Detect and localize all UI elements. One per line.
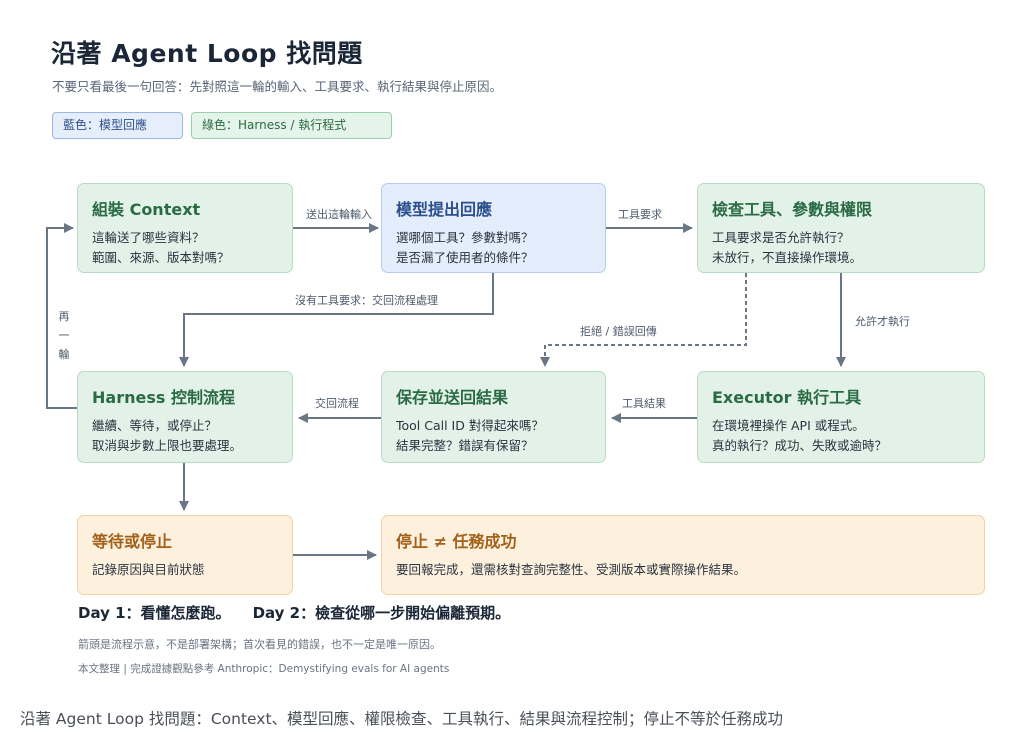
- source-note: 本文整理 | 完成證據觀點參考 Anthropic：Demystifying e…: [78, 663, 450, 675]
- node-assemble-context: 組裝 Context 這輪送了哪些資料？ 範圍、來源、版本對嗎？: [77, 183, 293, 273]
- node-title: Harness 控制流程: [92, 388, 235, 407]
- edge-label-tool-request: 工具要求: [616, 206, 664, 222]
- flow-arrows: [46, 223, 846, 560]
- node-save-result: 保存並送回結果 Tool Call ID 對得起來嗎？ 結果完整？錯誤有保留？: [381, 371, 606, 463]
- node-wait-or-stop: 等待或停止 記錄原因與目前狀態: [77, 515, 293, 595]
- node-title: 組裝 Context: [92, 200, 201, 219]
- edge-label-rejected: 拒絕 / 錯誤回傳: [578, 323, 659, 339]
- node-title: 保存並送回結果: [396, 388, 509, 407]
- edge-label-next-round: 再 一 輪: [58, 310, 70, 361]
- arrow-model-to-harness: [179, 273, 494, 367]
- node-harness-control: Harness 控制流程 繼續、等待，或停止？ 取消與步數上限也要處理。: [77, 371, 293, 463]
- arrow-check-to-save-rejected: [540, 273, 747, 367]
- edge-label-tool-result: 工具結果: [620, 395, 668, 411]
- edge-label-allowed: 允許才執行: [853, 313, 912, 329]
- edge-label-send-round: 送出這輪輸入: [304, 206, 374, 222]
- node-title: 停止 ≠ 任務成功: [396, 532, 517, 551]
- node-model-response: 模型提出回應 選哪個工具？參數對嗎？ 是否漏了使用者的條件？: [381, 183, 606, 273]
- node-stop-not-success: 停止 ≠ 任務成功 要回報完成，還需核對查詢完整性、受測版本或實際操作結果。: [381, 515, 985, 595]
- edge-label-return-flow: 交回流程: [313, 395, 361, 411]
- footnote: 箭頭是流程示意，不是部署架構；首次看見的錯誤，也不一定是唯一原因。: [78, 638, 441, 651]
- figure-caption: 沿著 Agent Loop 找問題：Context、模型回應、權限檢查、工具執行…: [20, 710, 784, 728]
- day1-text: Day 1：看懂怎麼跑。: [78, 604, 231, 622]
- node-title: Executor 執行工具: [712, 388, 862, 407]
- edge-label-no-tool: 沒有工具要求：交回流程處理: [293, 292, 440, 308]
- node-title: 模型提出回應: [396, 200, 493, 219]
- node-check-permissions: 檢查工具、參數與權限 工具要求是否允許執行？ 未放行，不直接操作環境。: [697, 183, 985, 273]
- day2-text: Day 2：檢查從哪一步開始偏離預期。: [252, 604, 511, 622]
- day-summary: Day 1：看懂怎麼跑。 Day 2：檢查從哪一步開始偏離預期。: [78, 602, 532, 623]
- node-executor: Executor 執行工具 在環境裡操作 API 或程式。 真的執行？成功、失敗…: [697, 371, 985, 463]
- node-title: 等待或停止: [92, 532, 173, 551]
- node-title: 檢查工具、參數與權限: [712, 200, 873, 219]
